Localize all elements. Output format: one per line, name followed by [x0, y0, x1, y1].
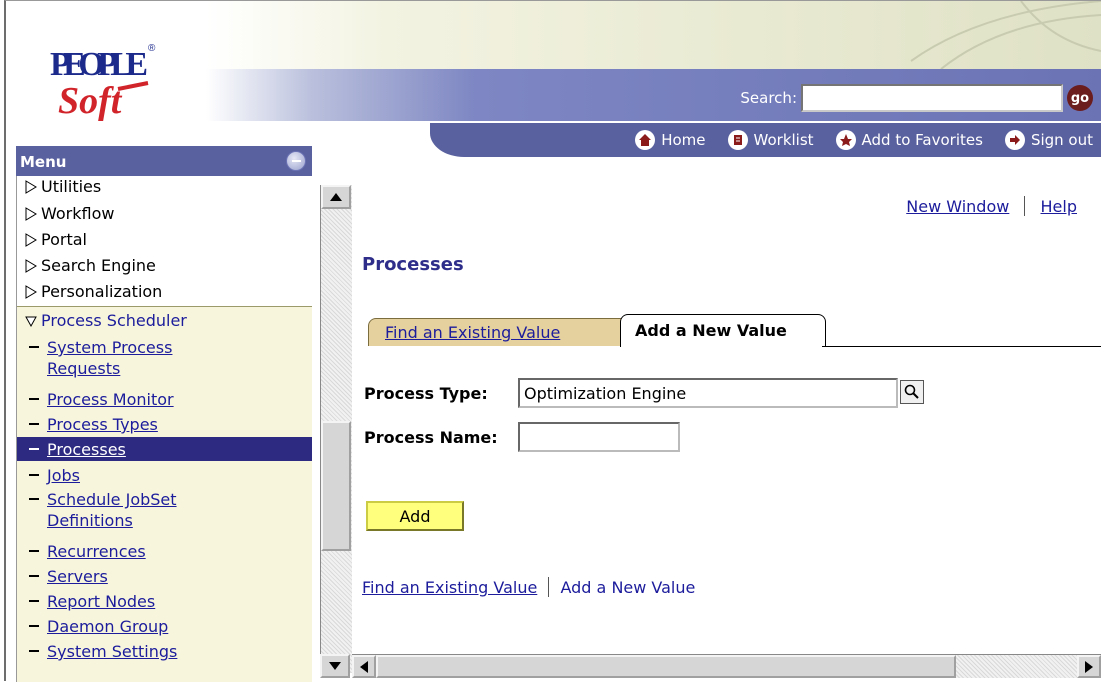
right-arrow-icon — [1085, 660, 1093, 673]
nav-favorites-label: Add to Favorites — [861, 131, 983, 149]
nav-sign-out[interactable]: Sign out — [1004, 130, 1093, 150]
menu-item-recurrences[interactable]: Recurrences — [29, 541, 146, 562]
nav-worklist-label: Worklist — [753, 131, 814, 149]
menu-title: Menu — [20, 153, 67, 171]
menu-item-system-settings[interactable]: System Settings — [29, 641, 177, 662]
browser-frame: PEOPLE ® Soft Search: go Home Worklist A… — [4, 0, 1101, 682]
worklist-icon — [727, 130, 748, 150]
menu-item-servers[interactable]: Servers — [29, 566, 108, 587]
menu-folders: Utilities Workflow Portal Search Engine … — [17, 176, 312, 306]
menu-vertical-scrollbar[interactable] — [320, 185, 352, 673]
page-title: Processes — [362, 254, 464, 275]
tab-find-existing-value[interactable]: Find an Existing Value — [368, 318, 630, 346]
magnifier-icon — [904, 384, 919, 399]
menu-item-jobs[interactable]: Jobs — [29, 465, 80, 486]
svg-text:Soft: Soft — [58, 80, 123, 121]
process-name-input[interactable] — [518, 422, 680, 452]
favorites-icon — [835, 130, 856, 150]
scroll-up-button[interactable] — [321, 185, 351, 209]
collapse-triangle-icon — [25, 314, 37, 328]
top-links: New Window Help — [906, 196, 1077, 216]
menu-item-system-process-requests[interactable]: System Process Requests — [29, 337, 172, 379]
menu-item-report-nodes[interactable]: Report Nodes — [29, 591, 155, 612]
horizontal-scrollbar[interactable] — [352, 654, 1101, 678]
process-type-input[interactable]: Optimization Engine — [518, 378, 898, 408]
new-window-link[interactable]: New Window — [906, 197, 1009, 216]
menu-folder-portal[interactable]: Portal — [25, 231, 87, 249]
menu-header: Menu — [16, 146, 312, 176]
menu-collapse-icon[interactable] — [286, 151, 306, 171]
menu-folder-process-scheduler[interactable]: Process Scheduler — [25, 312, 187, 330]
peoplesoft-logo: PEOPLE ® Soft — [50, 43, 156, 121]
nav-home[interactable]: Home — [635, 130, 706, 150]
go-button[interactable]: go — [1067, 85, 1093, 111]
menu-folder-personalization[interactable]: Personalization — [25, 283, 162, 301]
universal-nav-bar: Home Worklist Add to Favorites Sign out — [430, 123, 1101, 157]
expand-triangle-icon — [25, 180, 37, 194]
expand-triangle-icon — [25, 259, 37, 273]
horizontal-scroll-thumb[interactable] — [376, 655, 956, 678]
globe-graphic — [910, 1, 1101, 69]
add-new-value-link[interactable]: Add a New Value — [560, 578, 695, 597]
sign-out-icon — [1004, 130, 1025, 150]
search-input[interactable] — [801, 84, 1063, 112]
expand-triangle-icon — [25, 233, 37, 247]
add-button[interactable]: Add — [366, 501, 464, 531]
up-arrow-icon — [330, 193, 342, 201]
process-name-label: Process Name: — [364, 428, 498, 447]
home-icon — [635, 130, 656, 150]
search-label: Search: — [740, 89, 797, 107]
menu-folder-workflow[interactable]: Workflow — [25, 205, 114, 223]
menu-item-processes-selected[interactable]: Processes — [17, 437, 312, 461]
expand-triangle-icon — [25, 285, 37, 299]
menu-item-process-monitor[interactable]: Process Monitor — [29, 389, 174, 410]
scroll-left-button[interactable] — [352, 655, 376, 678]
header: PEOPLE ® Soft Search: go Home Worklist A… — [6, 1, 1101, 157]
search-area: Search: go — [740, 83, 1093, 113]
help-link[interactable]: Help — [1041, 197, 1077, 216]
menu-item-daemon-group[interactable]: Daemon Group — [29, 616, 168, 637]
svg-text:PEOPLE: PEOPLE — [50, 46, 148, 83]
find-existing-value-link[interactable]: Find an Existing Value — [362, 578, 537, 597]
expand-triangle-icon — [25, 207, 37, 221]
main-content: New Window Help Processes Find an Existi… — [352, 176, 1101, 656]
vertical-scroll-thumb[interactable] — [321, 421, 351, 551]
nav-add-to-favorites[interactable]: Add to Favorites — [835, 130, 983, 150]
scroll-right-button[interactable] — [1077, 655, 1101, 678]
process-type-label: Process Type: — [364, 384, 488, 403]
menu-panel: Utilities Workflow Portal Search Engine … — [16, 176, 312, 682]
scroll-down-button[interactable] — [320, 654, 350, 678]
left-arrow-icon — [360, 660, 368, 673]
nav-home-label: Home — [661, 131, 706, 149]
menu-item-schedule-jobset-definitions[interactable]: Schedule JobSet Definitions — [29, 489, 177, 531]
menu-item-process-types[interactable]: Process Types — [29, 414, 158, 435]
menu-folder-search-engine[interactable]: Search Engine — [25, 257, 156, 275]
svg-text:®: ® — [148, 43, 156, 54]
menu-open-folder: Process Scheduler System Process Request… — [17, 306, 312, 682]
bottom-links: Find an Existing Value Add a New Value — [362, 577, 695, 597]
tab-strip: Find an Existing Value Add a New Value — [362, 314, 1101, 348]
down-arrow-icon — [329, 662, 341, 670]
menu-folder-utilities[interactable]: Utilities — [25, 178, 101, 196]
tab-underline — [822, 346, 1101, 347]
nav-worklist[interactable]: Worklist — [727, 130, 814, 150]
tab-add-new-value[interactable]: Add a New Value — [620, 314, 826, 347]
lookup-button[interactable] — [900, 380, 924, 404]
nav-sign-out-label: Sign out — [1030, 131, 1093, 149]
